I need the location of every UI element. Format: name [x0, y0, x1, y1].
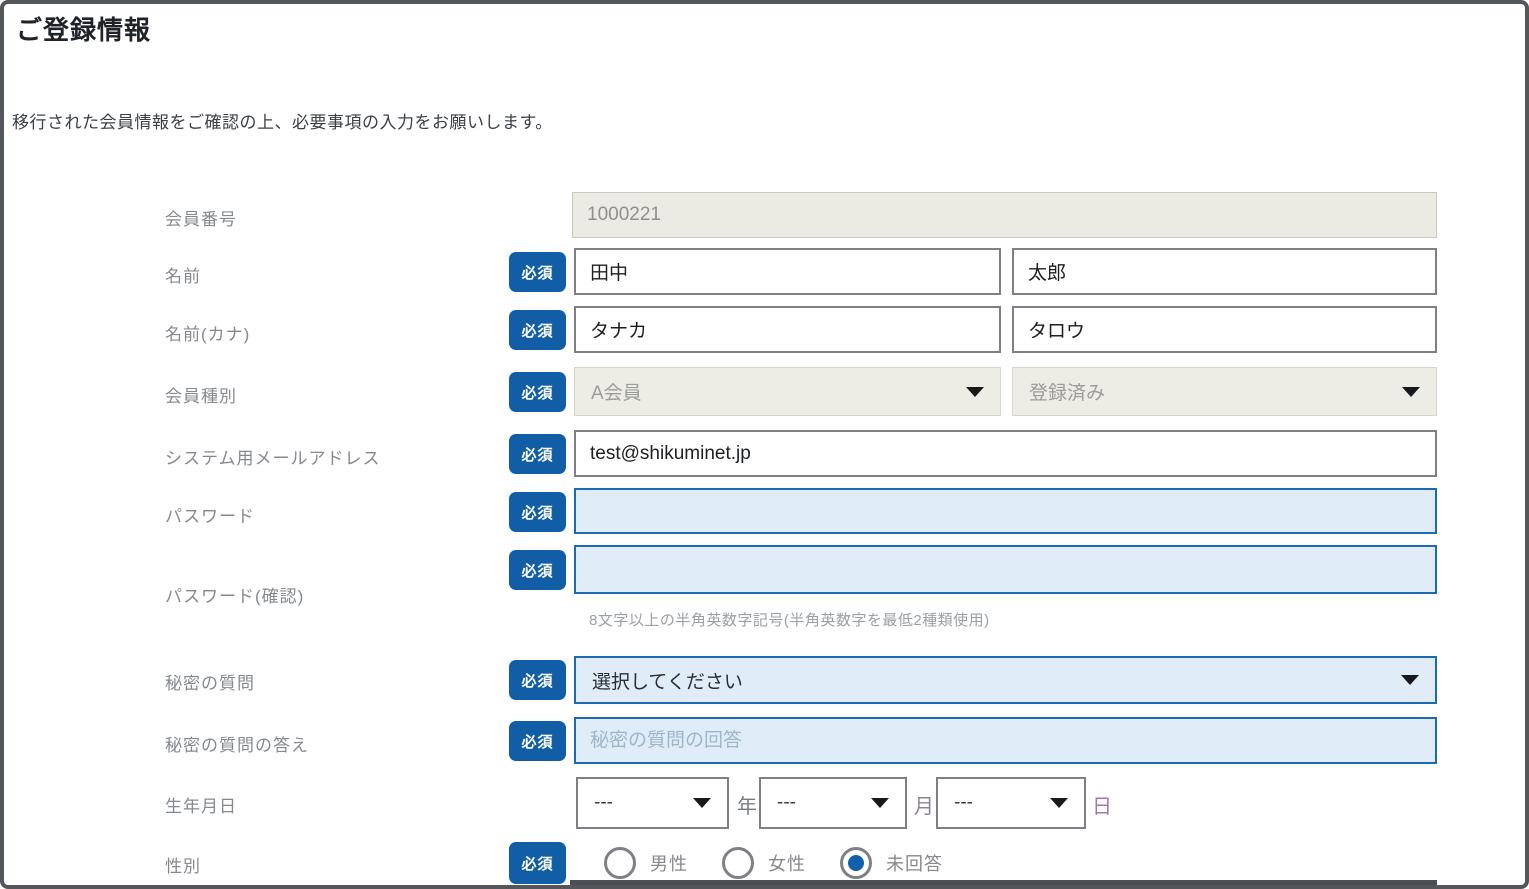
label-password: パスワード — [165, 502, 255, 527]
registration-form-page: ご登録情報 移行された会員情報をご確認の上、必要事項の入力をお願いします。 会員… — [0, 0, 1529, 889]
page-title: ご登録情報 — [16, 10, 151, 47]
required-badge: 必須 — [509, 492, 566, 532]
last-name-kana-input[interactable] — [574, 306, 1001, 353]
first-name-input[interactable] — [1012, 248, 1437, 295]
required-badge: 必須 — [509, 550, 566, 590]
page-subtitle: 移行された会員情報をご確認の上、必要事項の入力をお願いします。 — [12, 108, 553, 133]
first-name-kana-input[interactable] — [1012, 306, 1437, 353]
password-hint: 8文字以上の半角英数字記号(半角英数字を最低2種類使用) — [589, 609, 990, 630]
radio-selected-icon[interactable] — [840, 847, 872, 879]
label-birth-date: 生年月日 — [165, 792, 237, 817]
secret-question-selected-value: 選択してください — [592, 667, 1401, 694]
password-confirm-input[interactable] — [574, 545, 1437, 594]
chevron-down-icon — [966, 387, 984, 397]
gender-option-label[interactable]: 未回答 — [886, 850, 943, 876]
year-unit-label: 年 — [737, 790, 758, 819]
label-name-kana: 名前(カナ) — [165, 320, 250, 345]
month-unit-label: 月 — [914, 790, 935, 819]
radio-unselected-icon[interactable] — [604, 847, 636, 879]
gender-option-label[interactable]: 男性 — [650, 850, 688, 876]
label-secret-question: 秘密の質問 — [165, 669, 255, 694]
required-badge: 必須 — [509, 660, 566, 700]
secret-question-select[interactable]: 選択してください — [574, 656, 1437, 704]
required-badge: 必須 — [509, 842, 566, 884]
required-badge: 必須 — [509, 252, 566, 292]
label-member-type: 会員種別 — [165, 382, 237, 407]
last-name-input[interactable] — [574, 248, 1001, 295]
chevron-down-icon — [1402, 387, 1420, 397]
chevron-down-icon — [1050, 798, 1068, 808]
chevron-down-icon — [1401, 675, 1419, 685]
gender-option-no-answer[interactable]: 未回答 — [840, 847, 943, 879]
birth-year-select[interactable]: --- — [576, 777, 729, 829]
member-status-select[interactable]: 登録済み — [1012, 367, 1437, 416]
radio-unselected-icon[interactable] — [722, 847, 754, 879]
label-system-email: システム用メールアドレス — [165, 444, 381, 469]
chevron-down-icon — [693, 798, 711, 808]
member-type-select[interactable]: A会員 — [574, 367, 1001, 416]
chevron-down-icon — [871, 798, 889, 808]
system-email-input[interactable] — [574, 430, 1437, 477]
label-gender: 性別 — [165, 852, 201, 877]
birth-day-select[interactable]: --- — [936, 777, 1086, 829]
label-password-confirm: パスワード(確認) — [165, 582, 304, 607]
gender-option-female[interactable]: 女性 — [722, 847, 806, 879]
next-section-top-edge — [570, 880, 1437, 885]
birth-month-select[interactable]: --- — [759, 777, 907, 829]
radio-dot — [848, 855, 864, 871]
birth-day-selected-value: --- — [954, 792, 1050, 814]
required-badge: 必須 — [509, 721, 566, 761]
member-status-selected-value: 登録済み — [1029, 378, 1402, 405]
label-secret-answer: 秘密の質問の答え — [165, 731, 309, 756]
member-type-selected-value: A会員 — [591, 378, 966, 405]
gender-option-male[interactable]: 男性 — [604, 847, 688, 879]
birth-month-selected-value: --- — [777, 792, 871, 814]
required-badge: 必須 — [509, 372, 566, 412]
day-unit-label: 日 — [1092, 790, 1113, 819]
required-badge: 必須 — [509, 434, 566, 474]
gender-option-label[interactable]: 女性 — [768, 850, 806, 876]
label-name: 名前 — [165, 262, 201, 287]
birth-year-selected-value: --- — [594, 792, 693, 814]
member-number-field — [572, 192, 1437, 238]
password-input[interactable] — [574, 488, 1437, 534]
secret-answer-input[interactable] — [574, 717, 1437, 764]
label-member-number: 会員番号 — [165, 205, 237, 230]
required-badge: 必須 — [509, 310, 566, 350]
